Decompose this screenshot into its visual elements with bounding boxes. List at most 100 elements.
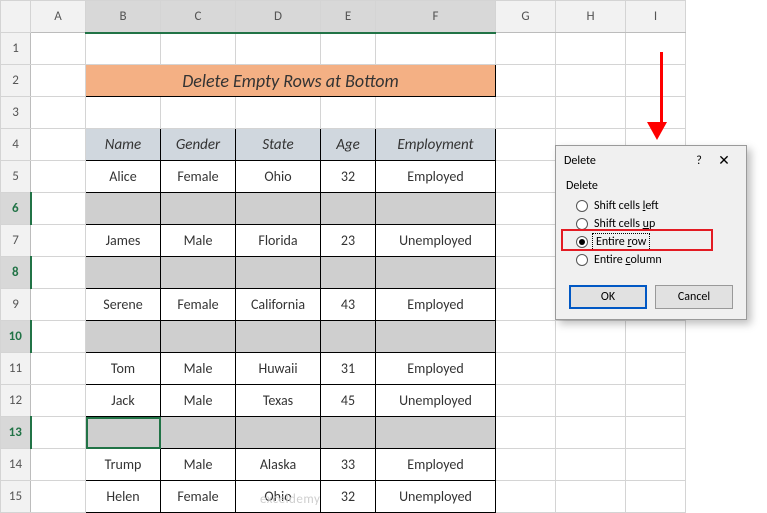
row-header-2[interactable]: 2 xyxy=(1,65,31,97)
ok-button[interactable]: OK xyxy=(569,285,647,309)
cell-A1[interactable] xyxy=(31,33,86,65)
cell-H11[interactable] xyxy=(556,353,626,385)
cell-F6[interactable] xyxy=(376,193,496,225)
cell-A11[interactable] xyxy=(31,353,86,385)
cell-B15[interactable]: Helen xyxy=(86,481,161,513)
cell-B13[interactable] xyxy=(86,417,161,449)
cancel-button[interactable]: Cancel xyxy=(655,285,733,309)
cell-C14[interactable]: Male xyxy=(161,449,236,481)
cell-E10[interactable] xyxy=(321,321,376,353)
help-icon[interactable]: ? xyxy=(688,154,710,168)
cell-A15[interactable] xyxy=(31,481,86,513)
row-header-4[interactable]: 4 xyxy=(1,129,31,161)
cell-D4[interactable]: State xyxy=(236,129,321,161)
cell-H3[interactable] xyxy=(556,97,626,129)
option-entire-row[interactable]: Entire row xyxy=(566,233,736,251)
col-header-I[interactable]: I xyxy=(626,1,686,33)
cell-A3[interactable] xyxy=(31,97,86,129)
cell-I11[interactable] xyxy=(626,353,686,385)
cell-E8[interactable] xyxy=(321,257,376,289)
cell-D14[interactable]: Alaska xyxy=(236,449,321,481)
cell-B6[interactable] xyxy=(86,193,161,225)
cell-A5[interactable] xyxy=(31,161,86,193)
cell-A6[interactable] xyxy=(31,193,86,225)
cell-D3[interactable] xyxy=(236,97,321,129)
cell-G11[interactable] xyxy=(496,353,556,385)
cell-D9[interactable]: California xyxy=(236,289,321,321)
cell-B2[interactable]: Delete Empty Rows at Bottom xyxy=(86,65,496,97)
cell-D12[interactable]: Texas xyxy=(236,385,321,417)
col-header-D[interactable]: D xyxy=(236,1,321,33)
row-header-9[interactable]: 9 xyxy=(1,289,31,321)
cell-D1[interactable] xyxy=(236,33,321,65)
cell-C6[interactable] xyxy=(161,193,236,225)
cell-C1[interactable] xyxy=(161,33,236,65)
cell-A14[interactable] xyxy=(31,449,86,481)
cell-B8[interactable] xyxy=(86,257,161,289)
cell-C3[interactable] xyxy=(161,97,236,129)
cell-E13[interactable] xyxy=(321,417,376,449)
cell-A2[interactable] xyxy=(31,65,86,97)
cell-G6[interactable] xyxy=(496,193,556,225)
cell-F8[interactable] xyxy=(376,257,496,289)
cell-B5[interactable]: Alice xyxy=(86,161,161,193)
row-header-11[interactable]: 11 xyxy=(1,353,31,385)
cell-F7[interactable]: Unemployed xyxy=(376,225,496,257)
cell-H13[interactable] xyxy=(556,417,626,449)
cell-E12[interactable]: 45 xyxy=(321,385,376,417)
cell-F1[interactable] xyxy=(376,33,496,65)
cell-B14[interactable]: Trump xyxy=(86,449,161,481)
cell-I2[interactable] xyxy=(626,65,686,97)
cell-C11[interactable]: Male xyxy=(161,353,236,385)
cell-H14[interactable] xyxy=(556,449,626,481)
cell-H1[interactable] xyxy=(556,33,626,65)
cell-F13[interactable] xyxy=(376,417,496,449)
cell-F3[interactable] xyxy=(376,97,496,129)
cell-C9[interactable]: Female xyxy=(161,289,236,321)
col-header-F[interactable]: F xyxy=(376,1,496,33)
cell-D5[interactable]: Ohio xyxy=(236,161,321,193)
cell-H2[interactable] xyxy=(556,65,626,97)
option-shift-cells-up[interactable]: Shift cells up xyxy=(566,215,736,233)
cell-G14[interactable] xyxy=(496,449,556,481)
cell-E1[interactable] xyxy=(321,33,376,65)
cell-I15[interactable] xyxy=(626,481,686,513)
cell-E5[interactable]: 32 xyxy=(321,161,376,193)
cell-E4[interactable]: Age xyxy=(321,129,376,161)
cell-D7[interactable]: Florida xyxy=(236,225,321,257)
cell-G1[interactable] xyxy=(496,33,556,65)
cell-A12[interactable] xyxy=(31,385,86,417)
cell-E6[interactable] xyxy=(321,193,376,225)
cell-I1[interactable] xyxy=(626,33,686,65)
col-header-B[interactable]: B xyxy=(86,1,161,33)
col-header-E[interactable]: E xyxy=(321,1,376,33)
cell-G15[interactable] xyxy=(496,481,556,513)
row-header-1[interactable]: 1 xyxy=(1,33,31,65)
cell-C15[interactable]: Female xyxy=(161,481,236,513)
cell-E9[interactable]: 43 xyxy=(321,289,376,321)
cell-B11[interactable]: Tom xyxy=(86,353,161,385)
cell-I3[interactable] xyxy=(626,97,686,129)
cell-E15[interactable]: 32 xyxy=(321,481,376,513)
cell-A13[interactable] xyxy=(31,417,86,449)
cell-G4[interactable] xyxy=(496,129,556,161)
cell-C5[interactable]: Female xyxy=(161,161,236,193)
cell-G5[interactable] xyxy=(496,161,556,193)
cell-I12[interactable] xyxy=(626,385,686,417)
cell-G7[interactable] xyxy=(496,225,556,257)
close-icon[interactable]: ✕ xyxy=(710,152,738,169)
cell-H12[interactable] xyxy=(556,385,626,417)
cell-E7[interactable]: 23 xyxy=(321,225,376,257)
cell-E11[interactable]: 31 xyxy=(321,353,376,385)
cell-A4[interactable] xyxy=(31,129,86,161)
cell-C13[interactable] xyxy=(161,417,236,449)
cell-I10[interactable] xyxy=(626,321,686,353)
row-header-12[interactable]: 12 xyxy=(1,385,31,417)
cell-B7[interactable]: James xyxy=(86,225,161,257)
cell-G8[interactable] xyxy=(496,257,556,289)
cell-H10[interactable] xyxy=(556,321,626,353)
cell-F9[interactable]: Employed xyxy=(376,289,496,321)
cell-D11[interactable]: Huwaii xyxy=(236,353,321,385)
cell-F4[interactable]: Employment xyxy=(376,129,496,161)
cell-E3[interactable] xyxy=(321,97,376,129)
